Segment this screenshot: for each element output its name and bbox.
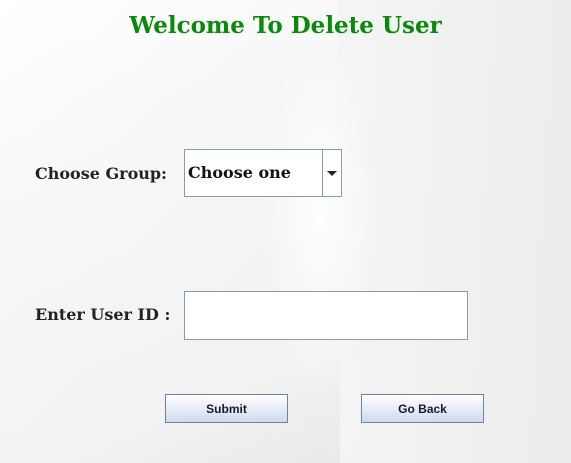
page-title: Welcome To Delete User (129, 12, 442, 39)
user-id-label: Enter User ID : (35, 305, 171, 324)
submit-button[interactable]: Submit (165, 394, 288, 423)
user-id-input[interactable] (184, 291, 468, 340)
group-select-arrow-button[interactable] (323, 150, 341, 196)
delete-user-panel: Welcome To Delete User Choose Group: Cho… (0, 0, 571, 463)
choose-group-label: Choose Group: (35, 164, 167, 183)
group-select[interactable]: Choose one (184, 149, 342, 197)
chevron-down-icon (327, 170, 337, 176)
background-highlight (260, 20, 380, 400)
go-back-button[interactable]: Go Back (361, 394, 484, 423)
group-select-value: Choose one (185, 150, 323, 196)
